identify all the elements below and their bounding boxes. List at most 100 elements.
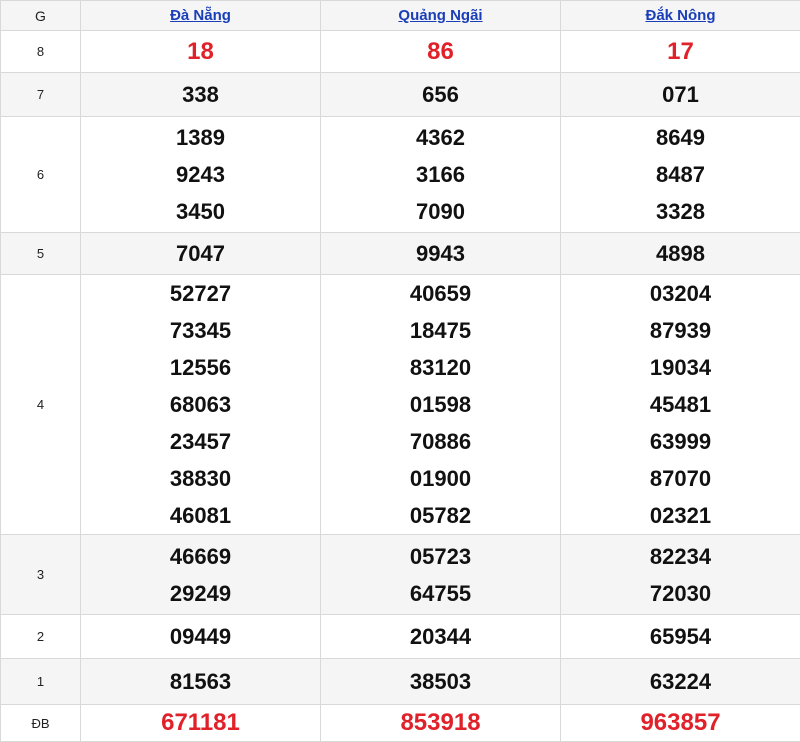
province-link-dak-nong[interactable]: Đắk Nông [645, 7, 715, 24]
result-number: 4898 [561, 235, 800, 272]
result-cell: 52727 73345 12556 68063 23457 38830 4608… [81, 275, 321, 535]
prize-row-5: 5 7047 9943 4898 [1, 233, 800, 275]
result-cell: 40659 18475 83120 01598 70886 01900 0578… [321, 275, 561, 535]
prize-label: 7 [1, 73, 81, 117]
prize-label: 6 [1, 117, 81, 233]
result-number: 29249 [81, 575, 320, 612]
province-header-dak-nong: Đắk Nông [561, 1, 800, 31]
prize-label: 5 [1, 233, 81, 275]
result-cell: 05723 64755 [321, 535, 561, 615]
result-number: 82234 [561, 538, 800, 575]
result-cell: 18 [81, 31, 321, 73]
result-cell: 4898 [561, 233, 800, 275]
prize-label: 4 [1, 275, 81, 535]
result-cell: 09449 [81, 615, 321, 659]
result-number: 338 [81, 76, 320, 113]
result-number: 87070 [561, 460, 800, 497]
result-number: 05782 [321, 497, 560, 534]
result-cell: 03204 87939 19034 45481 63999 87070 0232… [561, 275, 800, 535]
result-number: 9243 [81, 156, 320, 193]
result-number: 45481 [561, 386, 800, 423]
prize-row-4: 4 52727 73345 12556 68063 23457 38830 46… [1, 275, 800, 535]
result-number: 9943 [321, 235, 560, 272]
result-number: 7090 [321, 193, 560, 230]
result-number: 4362 [321, 119, 560, 156]
result-number: 3450 [81, 193, 320, 230]
result-number: 46669 [81, 538, 320, 575]
result-number: 65954 [561, 618, 800, 655]
province-header-da-nang: Đà Nẵng [81, 1, 321, 31]
result-number: 63999 [561, 423, 800, 460]
result-cell: 071 [561, 73, 800, 117]
result-cell: 963857 [561, 705, 800, 742]
result-number: 40659 [321, 275, 560, 312]
prize-label: 2 [1, 615, 81, 659]
result-number: 19034 [561, 349, 800, 386]
result-cell: 671181 [81, 705, 321, 742]
result-number: 7047 [81, 235, 320, 272]
result-number: 23457 [81, 423, 320, 460]
result-cell: 656 [321, 73, 561, 117]
result-cell: 7047 [81, 233, 321, 275]
result-number: 38830 [81, 460, 320, 497]
prize-row-2: 2 09449 20344 65954 [1, 615, 800, 659]
special-prize-number: 963857 [561, 705, 800, 741]
special-prize-number: 853918 [321, 705, 560, 741]
result-number: 63224 [561, 663, 800, 700]
result-number: 1389 [81, 119, 320, 156]
result-cell: 1389 9243 3450 [81, 117, 321, 233]
result-cell: 9943 [321, 233, 561, 275]
result-cell: 17 [561, 31, 800, 73]
result-number: 01598 [321, 386, 560, 423]
result-number: 68063 [81, 386, 320, 423]
province-link-quang-ngai[interactable]: Quảng Ngãi [398, 7, 482, 24]
result-cell: 82234 72030 [561, 535, 800, 615]
result-number: 87939 [561, 312, 800, 349]
result-number: 86 [321, 33, 560, 70]
result-cell: 46669 29249 [81, 535, 321, 615]
prize-label: 1 [1, 659, 81, 705]
result-number: 071 [561, 76, 800, 113]
result-number: 656 [321, 76, 560, 113]
prize-label: 3 [1, 535, 81, 615]
header-row: G Đà Nẵng Quảng Ngãi Đắk Nông [1, 1, 800, 31]
result-cell: 20344 [321, 615, 561, 659]
result-cell: 81563 [81, 659, 321, 705]
province-link-da-nang[interactable]: Đà Nẵng [170, 7, 231, 24]
result-number: 18 [81, 33, 320, 70]
result-number: 70886 [321, 423, 560, 460]
result-number: 8649 [561, 119, 800, 156]
prize-label: 8 [1, 31, 81, 73]
prize-row-special: ĐB 671181 853918 963857 [1, 705, 800, 742]
result-cell: 853918 [321, 705, 561, 742]
result-number: 8487 [561, 156, 800, 193]
result-number: 09449 [81, 618, 320, 655]
result-number: 3166 [321, 156, 560, 193]
prize-row-3: 3 46669 29249 05723 64755 82234 72030 [1, 535, 800, 615]
result-number: 05723 [321, 538, 560, 575]
result-number: 64755 [321, 575, 560, 612]
prize-row-6: 6 1389 9243 3450 4362 3166 7090 8649 848… [1, 117, 800, 233]
result-cell: 63224 [561, 659, 800, 705]
result-number: 46081 [81, 497, 320, 534]
result-number: 73345 [81, 312, 320, 349]
result-cell: 38503 [321, 659, 561, 705]
prize-row-1: 1 81563 38503 63224 [1, 659, 800, 705]
province-header-quang-ngai: Quảng Ngãi [321, 1, 561, 31]
result-number: 81563 [81, 663, 320, 700]
lottery-results-table: G Đà Nẵng Quảng Ngãi Đắk Nông 8 18 86 17… [0, 0, 800, 742]
result-number: 52727 [81, 275, 320, 312]
result-number: 83120 [321, 349, 560, 386]
result-number: 01900 [321, 460, 560, 497]
prize-row-8: 8 18 86 17 [1, 31, 800, 73]
prize-row-7: 7 338 656 071 [1, 73, 800, 117]
result-number: 20344 [321, 618, 560, 655]
special-prize-number: 671181 [81, 705, 320, 741]
result-number: 72030 [561, 575, 800, 612]
result-number: 18475 [321, 312, 560, 349]
result-number: 38503 [321, 663, 560, 700]
result-number: 17 [561, 33, 800, 70]
result-cell: 65954 [561, 615, 800, 659]
prize-column-header: G [1, 1, 81, 31]
result-number: 12556 [81, 349, 320, 386]
